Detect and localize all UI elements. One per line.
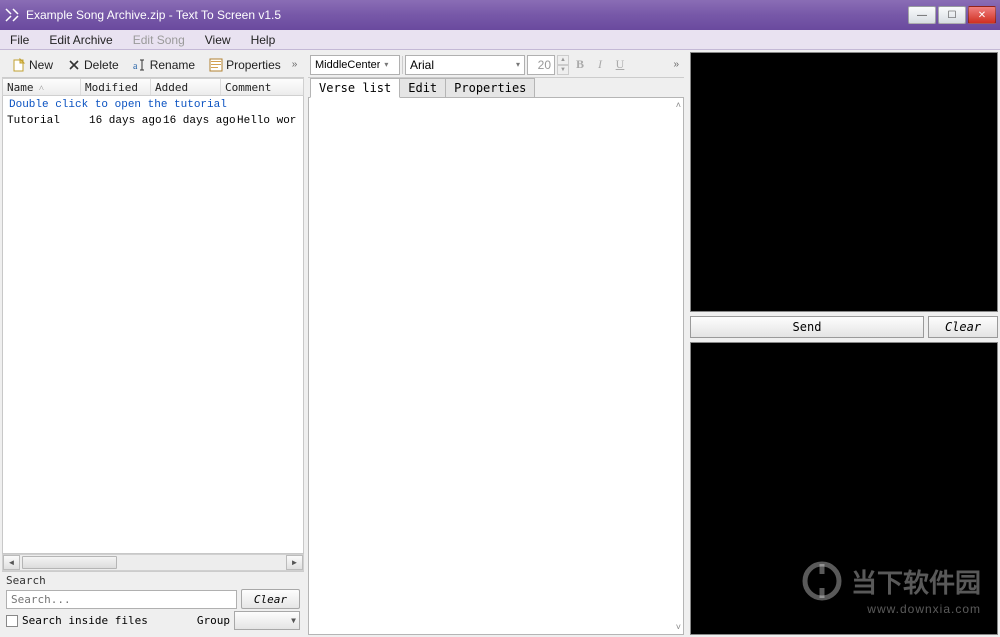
font-size-input[interactable] (527, 55, 555, 75)
search-input[interactable] (6, 590, 237, 609)
send-button[interactable]: Send (690, 316, 924, 338)
hscrollbar[interactable]: ◄ ► (2, 554, 304, 571)
col-modified[interactable]: Modified (81, 79, 151, 95)
scroll-right-icon[interactable]: ► (286, 555, 303, 570)
col-added[interactable]: Added (151, 79, 221, 95)
scroll-track[interactable] (20, 555, 286, 570)
font-combo[interactable]: Arial▾ (405, 55, 525, 75)
group-label: Group (197, 614, 230, 627)
list-group-header[interactable]: Double click to open the tutorial (3, 96, 303, 114)
verse-list-area[interactable]: ˄ ˅ (308, 97, 684, 635)
svg-text:a: a (133, 61, 138, 72)
scroll-up-icon[interactable]: ˄ (676, 100, 681, 110)
watermark: 当下软件园 www.downxia.com (801, 560, 981, 616)
properties-icon (209, 58, 223, 72)
format-overflow-icon[interactable]: » (670, 59, 682, 70)
spin-down[interactable]: ▼ (557, 65, 569, 75)
list-row[interactable]: Tutorial 16 days ago 16 days ago Hello w… (3, 114, 303, 128)
preview-top (690, 52, 998, 312)
preview-bottom: 当下软件园 www.downxia.com (690, 342, 998, 635)
close-button[interactable]: ✕ (968, 6, 996, 24)
align-value: MiddleCenter (315, 59, 380, 71)
scroll-down-icon[interactable]: ˅ (676, 622, 681, 632)
bold-button[interactable]: B (571, 55, 589, 75)
col-name[interactable]: Name (3, 79, 81, 95)
menu-file[interactable]: File (6, 31, 33, 49)
app-icon (4, 7, 20, 23)
search-panel: Search Clear Search inside files Group ▼ (2, 571, 304, 635)
watermark-text: 当下软件园 (851, 563, 981, 600)
tab-edit[interactable]: Edit (399, 78, 446, 98)
italic-button[interactable]: I (591, 55, 609, 75)
underline-button[interactable]: U (611, 55, 629, 75)
properties-button[interactable]: Properties (203, 55, 287, 75)
right-panel: Send Clear 当下软件园 www.downxia.com (688, 52, 998, 635)
new-icon (12, 58, 26, 72)
cell-comment: Hello wor (237, 115, 299, 127)
align-combo[interactable]: MiddleCenter▾ (310, 55, 400, 75)
format-toolbar: MiddleCenter▾ Arial▾ ▲ ▼ B I U » (308, 52, 684, 78)
font-value: Arial (410, 58, 512, 72)
rename-button[interactable]: a Rename (127, 55, 201, 75)
tab-verse-list[interactable]: Verse list (310, 78, 400, 98)
new-label: New (29, 58, 53, 72)
delete-button[interactable]: Delete (61, 55, 125, 75)
tab-properties[interactable]: Properties (445, 78, 535, 98)
menu-edit-song: Edit Song (129, 31, 189, 49)
search-clear-button[interactable]: Clear (241, 589, 300, 609)
cell-added: 16 days ago (163, 115, 237, 127)
new-button[interactable]: New (6, 55, 59, 75)
window-title: Example Song Archive.zip - Text To Scree… (26, 8, 906, 22)
search-inside-label: Search inside files (22, 614, 193, 627)
scroll-left-icon[interactable]: ◄ (3, 555, 20, 570)
maximize-button[interactable]: ☐ (938, 6, 966, 24)
title-bar: Example Song Archive.zip - Text To Scree… (0, 0, 1000, 30)
watermark-icon (801, 560, 843, 602)
delete-label: Delete (84, 58, 119, 72)
menu-bar: File Edit Archive Edit Song View Help (0, 30, 1000, 50)
list-header: Name Modified Added Comment (2, 78, 304, 96)
cell-modified: 16 days ago (89, 115, 163, 127)
watermark-url: www.downxia.com (801, 602, 981, 616)
cell-name: Tutorial (7, 115, 89, 127)
scroll-thumb[interactable] (22, 556, 117, 569)
properties-label: Properties (226, 58, 281, 72)
group-combo[interactable]: ▼ (234, 611, 300, 630)
tab-strip: Verse list Edit Properties (308, 78, 684, 98)
archive-toolbar: New Delete a Rename Properties » (2, 52, 304, 78)
left-panel: New Delete a Rename Properties » Name Mo… (2, 52, 304, 635)
menu-edit-archive[interactable]: Edit Archive (45, 31, 116, 49)
menu-view[interactable]: View (201, 31, 235, 49)
toolbar-overflow-icon[interactable]: » (289, 59, 301, 70)
clear-button[interactable]: Clear (928, 316, 998, 338)
search-inside-checkbox[interactable] (6, 615, 18, 627)
rename-icon: a (133, 58, 147, 72)
mid-panel: MiddleCenter▾ Arial▾ ▲ ▼ B I U » Verse l… (308, 52, 684, 635)
col-comment[interactable]: Comment (221, 79, 303, 95)
minimize-button[interactable]: — (908, 6, 936, 24)
spin-up[interactable]: ▲ (557, 55, 569, 65)
delete-icon (67, 58, 81, 72)
list-body[interactable]: Double click to open the tutorial Tutori… (2, 96, 304, 554)
menu-help[interactable]: Help (247, 31, 280, 49)
search-heading: Search (6, 574, 300, 587)
rename-label: Rename (150, 58, 195, 72)
